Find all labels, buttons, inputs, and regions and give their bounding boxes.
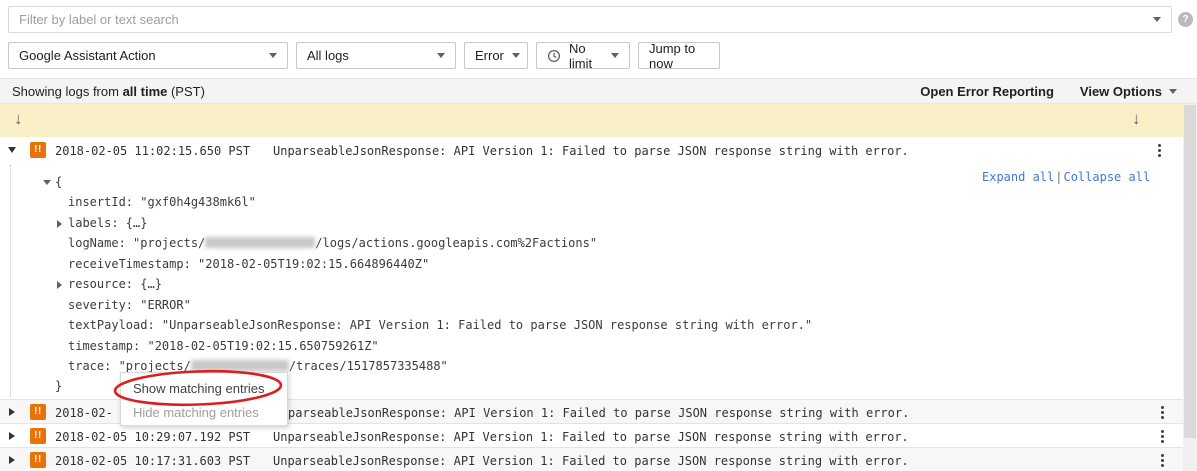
entry-overflow-menu-icon[interactable] [1155,430,1169,443]
log-timestamp: 2018-02-05 11:02:15.650 PST [55,144,250,158]
expand-all-link[interactable]: Expand all [982,170,1054,184]
chevron-down-icon [1169,89,1177,94]
log-message: UnparseableJsonResponse: API Version 1: … [273,430,909,444]
json-open-brace[interactable]: { [55,175,62,195]
expand-collapse-links: Expand all|Collapse all [982,170,1150,184]
chevron-down-icon[interactable] [1153,17,1161,22]
jump-to-bottom-icon[interactable]: ↓ [1132,109,1141,129]
redacted-project-id [191,360,289,371]
log-type-dropdown-label: All logs [307,48,429,63]
log-type-dropdown[interactable]: All logs [296,42,456,69]
log-message-partial: parseableJsonResponse: API Version 1: Fa… [288,406,909,420]
log-timestamp: 2018-02-05 10:29:07.192 PST [55,430,250,444]
jump-to-now-label: Jump to now [649,41,709,71]
entry-overflow-menu-icon[interactable] [1155,454,1169,467]
error-severity-icon: !! [30,404,46,420]
collapse-json-icon[interactable] [43,180,51,185]
time-range-value: all time [123,84,168,99]
error-severity-icon: !! [30,452,46,468]
log-timestamp: 2018-02-05 10:17:31.603 PST [55,454,250,468]
severity-dropdown-label: Error [475,48,504,63]
open-error-reporting-link[interactable]: Open Error Reporting [920,84,1054,99]
json-receive-timestamp: receiveTimestamp: "2018-02-05T19:02:15.6… [68,257,429,277]
log-entries-panel: !! 2018-02-05 11:02:15.650 PST Unparseab… [0,137,1183,471]
redacted-project-id [205,237,315,248]
time-limit-dropdown-label: No limit [569,41,603,71]
time-limit-dropdown[interactable]: No limit [536,42,630,69]
json-log-name: logName: "projects//logs/actions.googlea… [68,236,597,256]
expand-resource-icon[interactable] [57,281,62,289]
view-options-label: View Options [1080,84,1162,99]
entry-overflow-menu-icon[interactable] [1155,406,1169,419]
json-timestamp: timestamp: "2018-02-05T19:02:15.65075926… [68,339,379,359]
context-menu: Show matching entries Hide matching entr… [120,372,288,426]
resource-dropdown[interactable]: Google Assistant Action [8,42,288,69]
json-text-payload: textPayload: "UnparseableJsonResponse: A… [68,318,812,338]
json-close-brace: } [55,379,62,399]
log-message: UnparseableJsonResponse: API Version 1: … [273,144,909,158]
error-severity-icon: !! [30,428,46,444]
json-insert-id: insertId: "gxf0h4g438mk6l" [68,195,256,215]
entry-overflow-menu-icon[interactable] [1152,144,1166,157]
log-timestamp-partial: 2018-02- [55,406,113,420]
log-message: UnparseableJsonResponse: API Version 1: … [273,454,909,468]
log-entry-collapsed[interactable]: !! 2018-02-05 10:29:07.192 PST Unparseab… [0,423,1183,447]
chevron-down-icon [437,53,445,58]
menu-item-show-matching-entries[interactable]: Show matching entries [121,377,287,401]
status-bar: Showing logs from all time (PST) Open Er… [0,78,1197,104]
showing-logs-text: Showing logs from all time (PST) [12,84,205,99]
filter-placeholder: Filter by label or text search [19,12,1153,27]
expand-entry-icon[interactable] [9,432,15,440]
view-options-dropdown[interactable]: View Options [1080,84,1177,99]
severity-dropdown[interactable]: Error [464,42,528,69]
json-resource[interactable]: resource: {…} [68,277,162,297]
jump-to-now-button[interactable]: Jump to now [638,42,720,69]
json-labels[interactable]: labels: {…} [68,216,147,236]
expand-labels-icon[interactable] [57,220,62,228]
collapse-entry-icon[interactable] [8,147,16,153]
expand-entry-icon[interactable] [9,456,15,464]
menu-item-hide-matching-entries[interactable]: Hide matching entries [121,401,287,425]
jump-to-bottom-bar[interactable]: ↓ ↓ [0,104,1183,137]
resource-dropdown-label: Google Assistant Action [19,48,261,63]
chevron-down-icon [611,53,619,58]
expansion-guide-line [10,165,11,397]
filter-search-input[interactable]: Filter by label or text search [8,6,1172,33]
log-entry-collapsed[interactable]: !! 2018-02-05 10:17:31.603 PST Unparseab… [0,447,1183,471]
json-severity: severity: "ERROR" [68,298,191,318]
expand-entry-icon[interactable] [9,408,15,416]
chevron-down-icon [269,53,277,58]
jump-to-bottom-icon[interactable]: ↓ [14,109,23,129]
error-severity-icon: !! [30,142,46,158]
help-icon[interactable]: ? [1178,12,1193,27]
vertical-scrollbar[interactable] [1183,104,1197,471]
logs-viewer: Filter by label or text search ? Google … [0,0,1197,471]
clock-icon [547,49,561,63]
scrollbar-thumb[interactable] [1184,105,1196,438]
collapse-all-link[interactable]: Collapse all [1063,170,1150,184]
log-entry-expanded[interactable]: !! 2018-02-05 11:02:15.650 PST Unparseab… [0,139,1183,161]
chevron-down-icon [512,53,520,58]
